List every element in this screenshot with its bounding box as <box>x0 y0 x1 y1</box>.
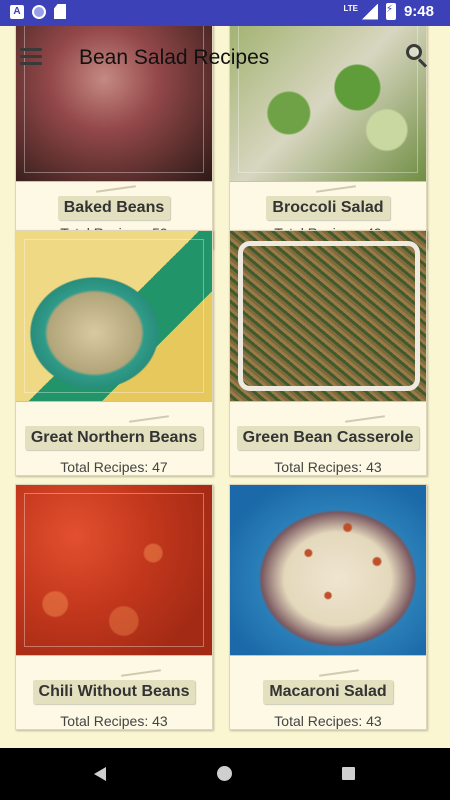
recipe-count: Total Recipes: 47 <box>60 459 168 475</box>
recipe-image[interactable] <box>230 231 426 402</box>
status-left-icons: A <box>10 4 66 19</box>
navigation-bar <box>0 748 450 800</box>
recipe-image[interactable] <box>230 485 426 656</box>
recipe-count: Total Recipes: 43 <box>60 713 168 729</box>
signal-icon <box>361 3 378 20</box>
a-icon: A <box>10 4 24 19</box>
recipe-card-green-bean-casserole[interactable]: Green Bean Casserole Total Recipes: 43 <box>229 230 427 476</box>
network-type: LTE <box>343 4 358 13</box>
recipe-title: Macaroni Salad <box>263 680 393 704</box>
recipe-card-chili-without-beans[interactable]: Chili Without Beans Total Recipes: 43 <box>15 484 213 730</box>
home-icon[interactable] <box>217 766 232 781</box>
recipe-card-great-northern-beans[interactable]: Great Northern Beans Total Recipes: 47 <box>15 230 213 476</box>
recipe-count: Total Recipes: 43 <box>274 713 382 729</box>
circle-icon <box>32 4 46 19</box>
recipe-title: Broccoli Salad <box>266 196 390 220</box>
menu-icon[interactable] <box>20 48 42 66</box>
recents-icon[interactable] <box>342 767 355 780</box>
recipe-title: Green Bean Casserole <box>236 426 420 450</box>
page-title: Bean Salad Recipes <box>79 46 270 69</box>
back-icon[interactable] <box>94 767 106 781</box>
recipe-count: Total Recipes: 43 <box>274 459 382 475</box>
recipe-card-macaroni-salad[interactable]: Macaroni Salad Total Recipes: 43 <box>229 484 427 730</box>
recipe-image[interactable] <box>16 485 212 656</box>
status-right-icons: LTE 9:48 <box>343 3 434 20</box>
recipe-grid[interactable]: Baked Beans Total Recipes: 59 Broccoli S… <box>0 26 450 748</box>
search-icon[interactable] <box>406 44 430 68</box>
status-bar: A LTE 9:48 <box>0 0 450 26</box>
battery-icon <box>385 3 396 20</box>
recipe-title: Baked Beans <box>57 196 171 220</box>
recipe-image[interactable] <box>16 231 212 402</box>
recipe-title: Chili Without Beans <box>32 680 196 704</box>
status-time: 9:48 <box>403 3 434 20</box>
sd-card-icon <box>54 4 66 19</box>
app-bar: Bean Salad Recipes <box>0 26 450 90</box>
recipe-title: Great Northern Beans <box>24 426 204 450</box>
